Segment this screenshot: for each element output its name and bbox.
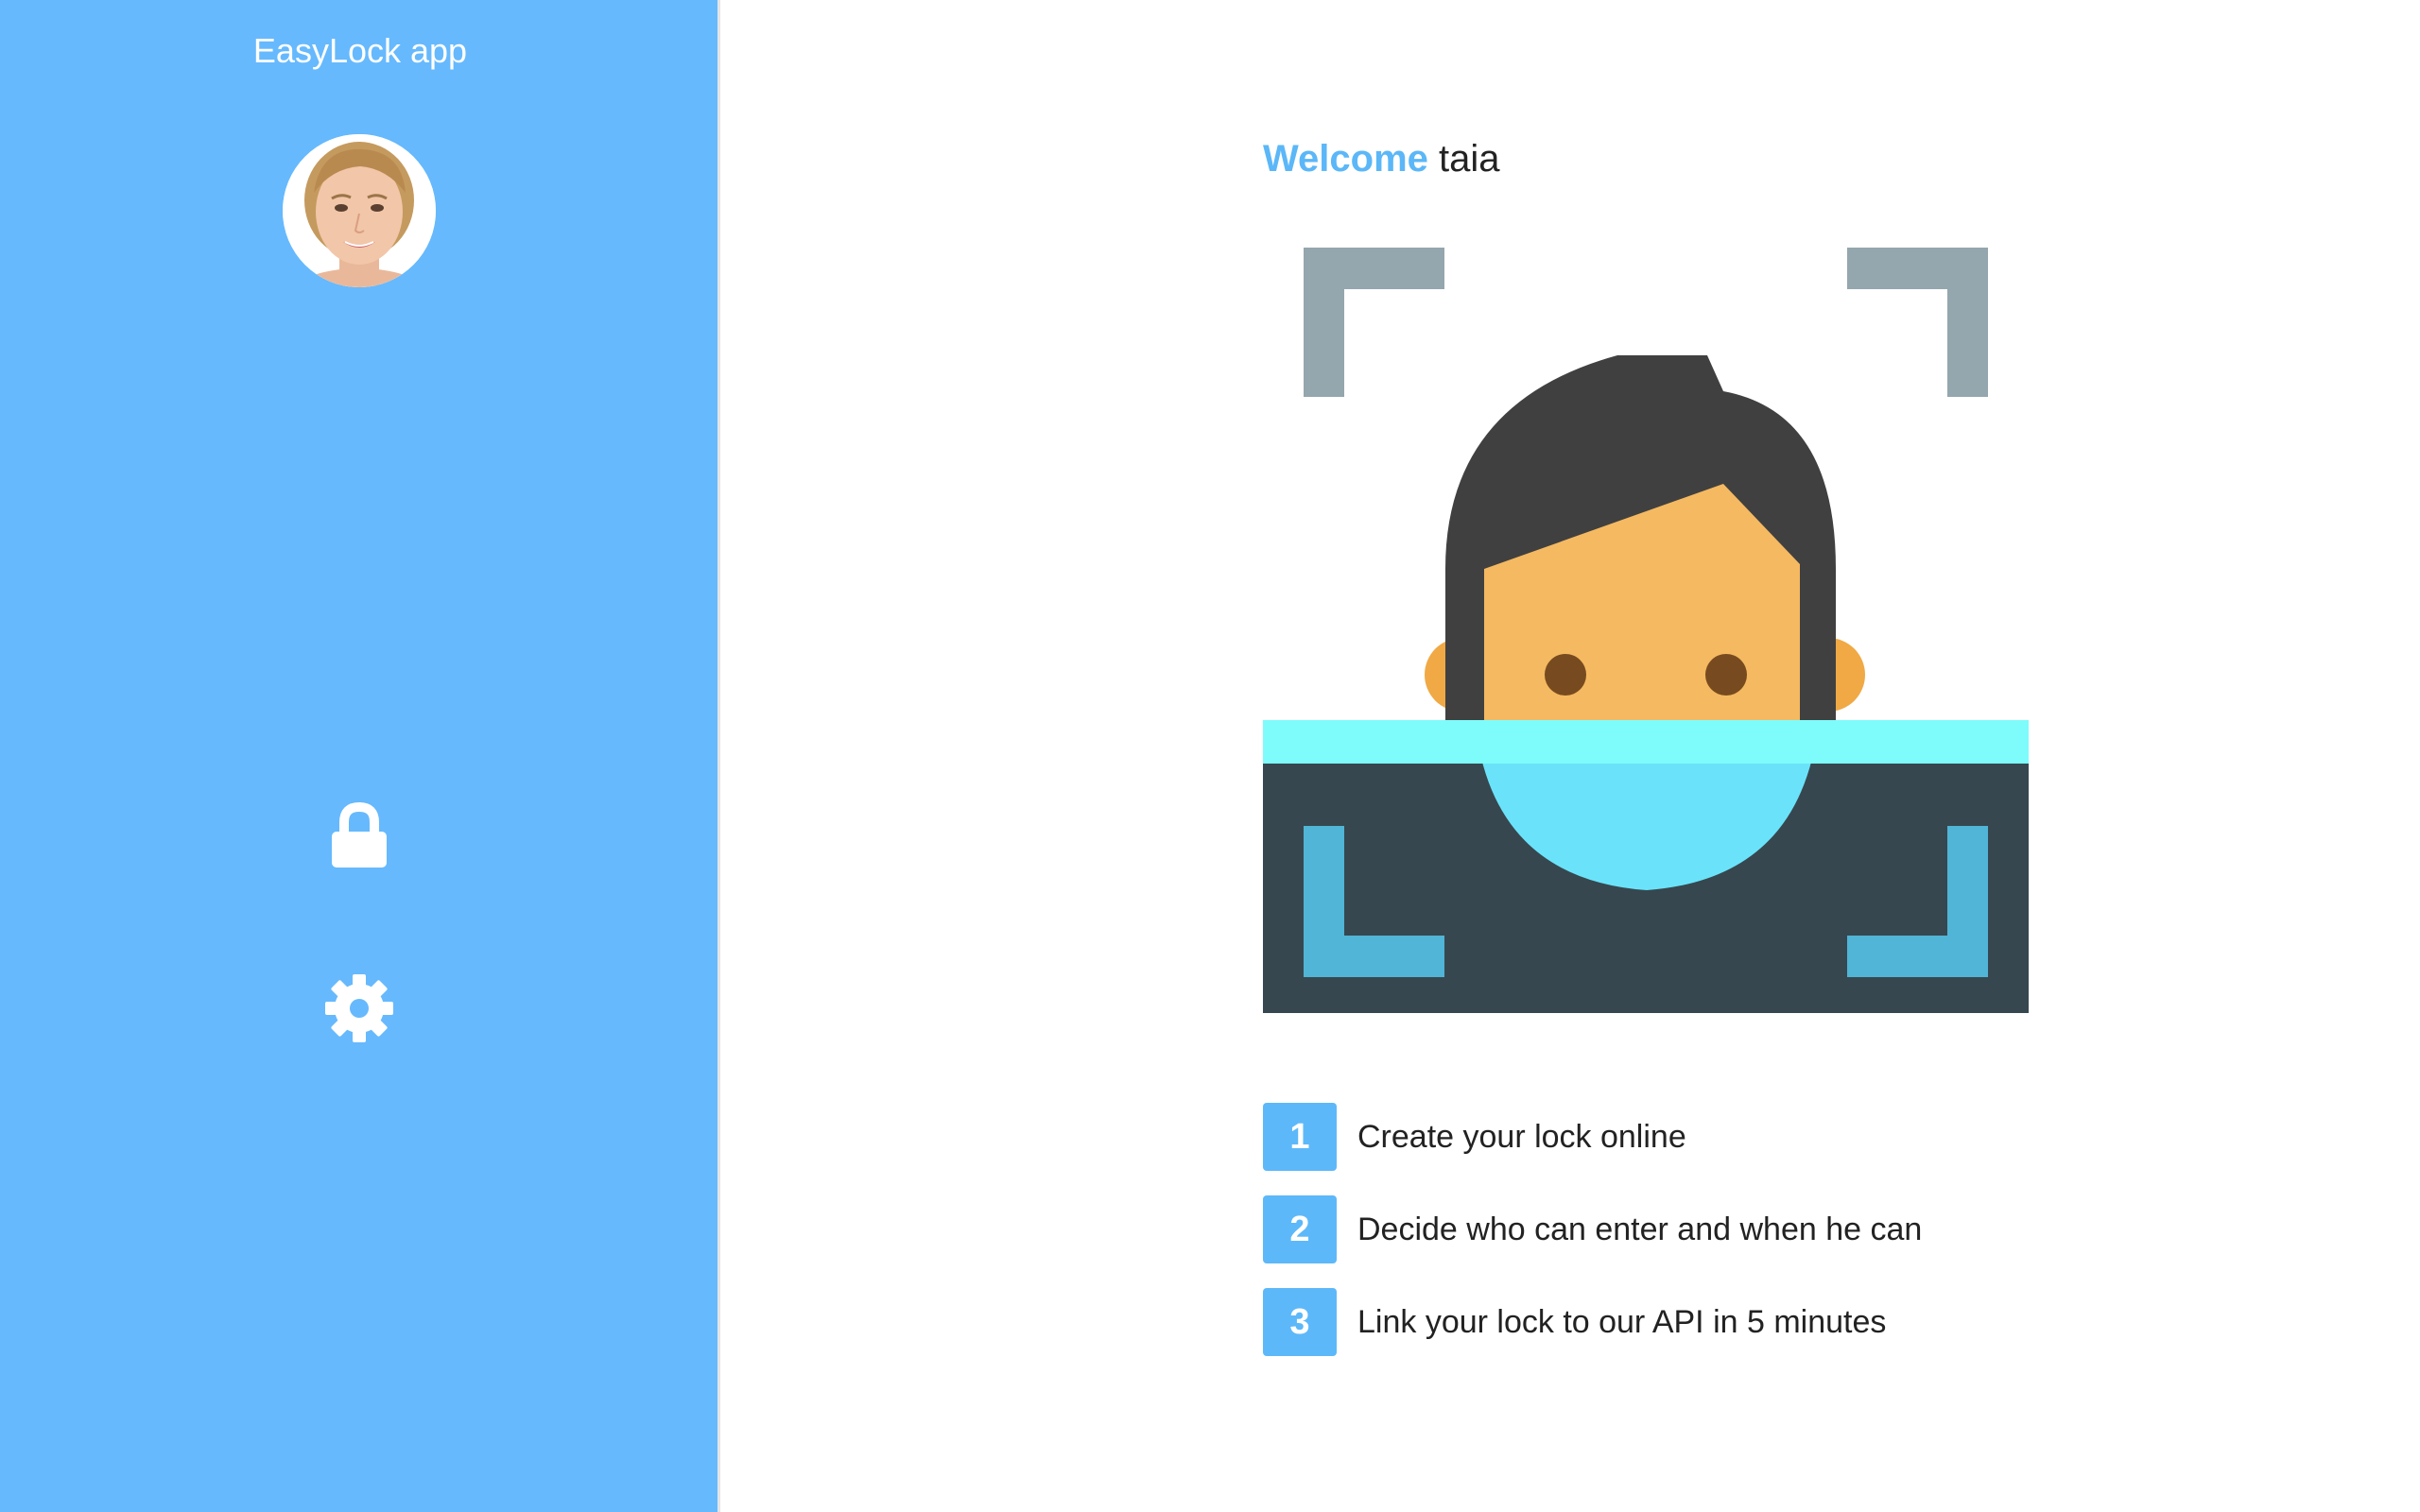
user-avatar[interactable] [283,134,436,287]
sidebar: EasyLock app [0,0,720,1512]
app-window: EasyLock app Welcome taia 1 Create your … [0,0,2420,1512]
list-item: 2 Decide who can enter and when he can [1263,1194,1922,1264]
app-title: EasyLock app [252,31,468,70]
list-item: 3 Link your lock to our API in 5 minutes [1263,1287,1922,1357]
step-text: Decide who can enter and when he can [1357,1211,1923,1247]
step-text: Link your lock to our API in 5 minutes [1357,1303,1887,1340]
welcome-label: Welcome [1263,138,1428,180]
list-item: 1 Create your lock online [1263,1102,1922,1172]
main-content: Welcome taia 1 Create your lock online 2… [720,0,2420,1512]
step-number-badge: 3 [1263,1288,1337,1356]
welcome-heading: Welcome taia [1263,134,1500,183]
step-number-badge: 2 [1263,1195,1337,1263]
step-text: Create your lock online [1357,1118,1686,1155]
welcome-username: taia [1439,138,1500,180]
lock-icon[interactable] [322,799,396,873]
avatar-portrait [283,134,436,287]
steps-list: 1 Create your lock online 2 Decide who c… [1263,1102,1922,1380]
gear-icon[interactable] [322,971,396,1045]
step-number-badge: 1 [1263,1103,1337,1171]
face-scan-icon [1263,248,2029,1015]
